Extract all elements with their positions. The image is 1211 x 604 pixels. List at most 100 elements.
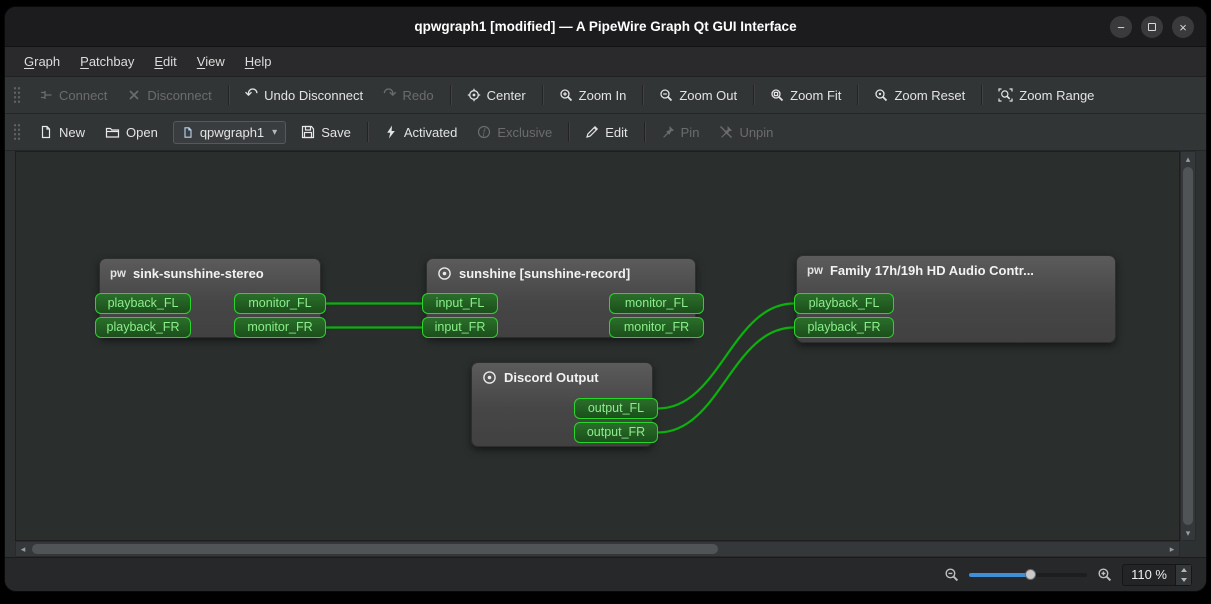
patchbay-selector-combo[interactable]: qpwgraph1 ▾ xyxy=(172,120,287,144)
menu-edit[interactable]: Edit xyxy=(145,50,185,73)
port-discord-output-fl[interactable]: output_FL xyxy=(574,398,658,419)
new-button[interactable]: New xyxy=(30,120,94,145)
close-button[interactable]: × xyxy=(1172,16,1194,38)
pin-button[interactable]: Pin xyxy=(652,120,709,145)
statusbar: 110 % xyxy=(5,557,1206,591)
menu-patchbay[interactable]: Patchbay xyxy=(71,50,143,73)
toolbar-separator xyxy=(857,85,859,105)
disconnect-icon xyxy=(127,88,141,102)
toolbar-separator xyxy=(366,122,368,142)
spin-up-button[interactable] xyxy=(1176,564,1191,575)
node-title: sunshine [sunshine-record] xyxy=(459,266,631,281)
port-sink-playback-fr[interactable]: playback_FR xyxy=(95,317,191,338)
zoom-in-icon xyxy=(559,88,573,102)
zoom-out-small-icon[interactable] xyxy=(944,567,959,582)
horizontal-scrollbar-thumb[interactable] xyxy=(32,544,719,554)
menu-help[interactable]: Help xyxy=(236,50,281,73)
zoom-reset-icon xyxy=(874,88,888,102)
graph-canvas[interactable]: pw sink-sunshine-stereo sunshine [sunshi… xyxy=(15,151,1180,541)
toolbar-drag-handle[interactable] xyxy=(13,86,21,104)
port-sink-monitor-fr[interactable]: monitor_FR xyxy=(234,317,326,338)
menubar: Graph Patchbay Edit View Help xyxy=(5,47,1206,77)
node-header: Discord Output xyxy=(472,363,652,392)
zoom-range-button[interactable]: Zoom Range xyxy=(989,83,1103,108)
menu-patchbay-label: P xyxy=(80,54,89,69)
zoom-in-button[interactable]: Zoom In xyxy=(550,83,636,108)
zoom-range-icon xyxy=(998,88,1013,102)
toolbar-drag-handle[interactable] xyxy=(13,123,21,141)
exclusive-button[interactable]: f Exclusive xyxy=(468,120,561,145)
canvas-wrap: pw sink-sunshine-stereo sunshine [sunshi… xyxy=(15,151,1196,557)
zoom-slider-fill xyxy=(969,572,1031,577)
svg-text:f: f xyxy=(483,127,487,137)
pipewire-icon: pw xyxy=(110,267,126,280)
unpin-button[interactable]: Unpin xyxy=(710,120,782,145)
zoom-spinbox[interactable]: 110 % xyxy=(1122,563,1192,586)
edit-button[interactable]: Edit xyxy=(576,120,636,145)
zoom-in-small-icon[interactable] xyxy=(1097,567,1112,582)
zoom-fit-button[interactable]: Zoom Fit xyxy=(761,83,850,108)
disconnect-button[interactable]: Disconnect xyxy=(118,83,220,108)
port-family-playback-fl[interactable]: playback_FL xyxy=(794,293,894,314)
horizontal-scrollbar[interactable]: ◂ ▸ xyxy=(15,541,1180,557)
titlebar[interactable]: qpwgraph1 [modified] — A PipeWire Graph … xyxy=(5,7,1206,47)
connect-button[interactable]: Connect xyxy=(30,83,116,108)
undo-disconnect-button[interactable]: ↶ Undo Disconnect xyxy=(236,82,372,108)
vertical-scrollbar-thumb[interactable] xyxy=(1183,167,1193,525)
spin-up-icon xyxy=(1180,567,1187,572)
toolbar-separator xyxy=(449,85,451,105)
exclusive-icon: f xyxy=(477,125,491,139)
zoom-reset-button[interactable]: Zoom Reset xyxy=(865,83,974,108)
stream-record-icon xyxy=(437,266,452,281)
patchbay-file-icon xyxy=(182,126,194,139)
open-button[interactable]: Open xyxy=(96,120,167,145)
app-window: qpwgraph1 [modified] — A PipeWire Graph … xyxy=(4,6,1207,592)
menu-view[interactable]: View xyxy=(188,50,234,73)
chevron-down-icon: ▾ xyxy=(272,126,278,138)
toolbar-separator xyxy=(753,85,755,105)
redo-button[interactable]: ↷ Redo xyxy=(374,82,442,108)
menu-graph-label: G xyxy=(24,54,35,69)
scroll-down-icon[interactable]: ▾ xyxy=(1181,526,1195,540)
port-sunshine-monitor-fr[interactable]: monitor_FR xyxy=(609,317,704,338)
toolbar-separator xyxy=(642,85,644,105)
minimize-button[interactable]: − xyxy=(1110,16,1132,38)
menu-graph[interactable]: Graph xyxy=(15,50,69,73)
zoom-slider[interactable] xyxy=(969,568,1088,580)
center-button[interactable]: Center xyxy=(458,83,535,108)
node-header: pw Family 17h/19h HD Audio Contr... xyxy=(797,256,1115,285)
lightning-bolt-icon xyxy=(384,125,398,139)
toolbar-patchbay: New Open qpwgraph1 ▾ Save Activated f Ex… xyxy=(5,114,1206,151)
port-sunshine-input-fl[interactable]: input_FL xyxy=(422,293,498,314)
save-button[interactable]: Save xyxy=(292,120,360,145)
menu-view-label: V xyxy=(196,54,206,69)
toolbar-separator xyxy=(568,122,570,142)
connection-links xyxy=(324,302,796,434)
port-discord-output-fr[interactable]: output_FR xyxy=(574,422,658,443)
scroll-left-icon[interactable]: ◂ xyxy=(16,542,30,556)
patchbay-selector-value: qpwgraph1 xyxy=(199,124,265,140)
maximize-button[interactable] xyxy=(1141,16,1163,38)
port-sink-playback-fl[interactable]: playback_FL xyxy=(95,293,191,314)
zoom-value: 110 % xyxy=(1131,567,1167,582)
toolbar-separator xyxy=(227,85,229,105)
scroll-up-icon[interactable]: ▴ xyxy=(1181,152,1195,166)
activated-button[interactable]: Activated xyxy=(375,120,466,145)
node-title: sink-sunshine-stereo xyxy=(132,266,264,281)
zoom-fit-icon xyxy=(770,88,784,102)
port-sunshine-input-fr[interactable]: input_FR xyxy=(422,317,498,338)
port-sunshine-monitor-fl[interactable]: monitor_FL xyxy=(609,293,704,314)
vertical-scrollbar[interactable]: ▴ ▾ xyxy=(1180,151,1196,541)
menu-edit-label: E xyxy=(154,54,164,69)
center-icon xyxy=(467,88,481,102)
port-sink-monitor-fl[interactable]: monitor_FL xyxy=(234,293,326,314)
port-family-playback-fr[interactable]: playback_FR xyxy=(794,317,894,338)
stream-record-icon xyxy=(482,370,497,385)
spin-down-button[interactable] xyxy=(1176,574,1191,585)
open-folder-icon xyxy=(105,125,120,139)
zoom-out-button[interactable]: Zoom Out xyxy=(650,83,746,108)
scroll-right-icon[interactable]: ▸ xyxy=(1165,542,1179,556)
toolbar-main: Connect Disconnect ↶ Undo Disconnect ↷ R… xyxy=(5,77,1206,114)
zoom-slider-handle[interactable] xyxy=(1025,568,1037,580)
node-title: Family 17h/19h HD Audio Contr... xyxy=(829,263,1034,278)
